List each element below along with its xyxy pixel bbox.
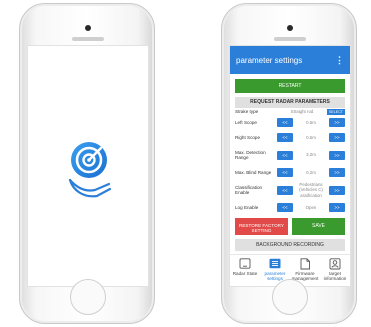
person-card-icon <box>329 258 341 270</box>
radar-hand-logo-icon <box>68 142 112 198</box>
param-value: 3.2m <box>306 152 316 158</box>
param-row: Log Enable << Open >> <box>235 200 345 215</box>
param-row: Right Scope << 0.5m >> <box>235 130 345 145</box>
increase-button[interactable]: >> <box>329 118 345 127</box>
strake-type-row: Strake type Straight rod SELECT <box>235 108 345 115</box>
settings-content: RESTART REQUEST RADAR PARAMETERS Strake … <box>230 74 350 251</box>
page-title: parameter settings <box>236 55 303 65</box>
increase-button[interactable]: >> <box>329 133 345 142</box>
nav-item-radar-state[interactable]: Radar State <box>230 255 260 286</box>
param-value: 0.2m <box>306 169 316 175</box>
param-label: Right Scope <box>235 134 261 140</box>
param-value: Pedestrians (Vehicles C) assification <box>299 182 323 198</box>
settings-screen: parameter settings ⋮ RESTART REQUEST RAD… <box>229 45 351 287</box>
param-label: Max. Blind Range <box>235 169 272 175</box>
more-vertical-icon[interactable]: ⋮ <box>335 55 344 66</box>
tablet-icon <box>239 258 251 269</box>
phone-right: parameter settings ⋮ RESTART REQUEST RAD… <box>221 3 357 324</box>
nav-item-target-info[interactable]: target information <box>320 255 350 286</box>
save-button[interactable]: SAVE <box>292 218 345 235</box>
param-label: Max. Detection Range <box>235 149 266 160</box>
increase-button[interactable]: >> <box>329 185 345 195</box>
restore-factory-button[interactable]: RESTORE FACTORY SETTING <box>235 218 288 235</box>
earpiece-speaker <box>274 37 306 41</box>
document-icon <box>300 258 310 270</box>
front-camera <box>85 25 91 31</box>
increase-button[interactable]: >> <box>329 150 345 160</box>
front-camera <box>287 25 293 31</box>
decrease-button[interactable]: << <box>277 133 293 142</box>
increase-button[interactable]: >> <box>329 203 345 212</box>
strake-type-label: Strake type <box>235 108 259 114</box>
home-button[interactable] <box>70 279 106 315</box>
settings-list-icon <box>269 258 281 269</box>
decrease-button[interactable]: << <box>277 150 293 160</box>
param-value: 0.5m <box>306 134 316 140</box>
action-buttons: RESTORE FACTORY SETTING SAVE <box>235 218 345 235</box>
param-label: Log Enable <box>235 204 259 210</box>
restart-button[interactable]: RESTART <box>235 79 345 93</box>
strake-type-value: Straight rod <box>290 109 314 114</box>
home-button[interactable] <box>272 279 308 315</box>
param-label: Left Scope <box>235 119 257 125</box>
decrease-button[interactable]: << <box>277 203 293 212</box>
background-recording-button[interactable]: BACKGROUND RECORDING <box>235 239 345 251</box>
param-label: Classification Enable <box>235 184 263 195</box>
param-row: Max. Detection Range << 3.2m >> <box>235 145 345 165</box>
phone-left <box>19 3 155 324</box>
nav-label: Radar State <box>232 271 258 276</box>
earpiece-speaker <box>72 37 104 41</box>
request-radar-parameters-button[interactable]: REQUEST RADAR PARAMETERS <box>235 97 345 108</box>
decrease-button[interactable]: << <box>277 185 293 195</box>
param-row: Left Scope << 0.5m >> <box>235 115 345 130</box>
param-value: 0.5m <box>306 119 316 125</box>
splash-screen <box>27 45 149 287</box>
nav-label: target information <box>323 271 347 282</box>
increase-button[interactable]: >> <box>329 168 345 177</box>
param-row: Classification Enable << Pedestrians (Ve… <box>235 180 345 200</box>
decrease-button[interactable]: << <box>277 118 293 127</box>
screenshot-stage: parameter settings ⋮ RESTART REQUEST RAD… <box>0 0 371 327</box>
strake-select-button[interactable]: SELECT <box>327 108 345 115</box>
app-bar: parameter settings ⋮ <box>230 46 350 74</box>
param-row: Max. Blind Range << 0.2m >> <box>235 165 345 180</box>
decrease-button[interactable]: << <box>277 168 293 177</box>
param-value: Open <box>305 204 317 210</box>
